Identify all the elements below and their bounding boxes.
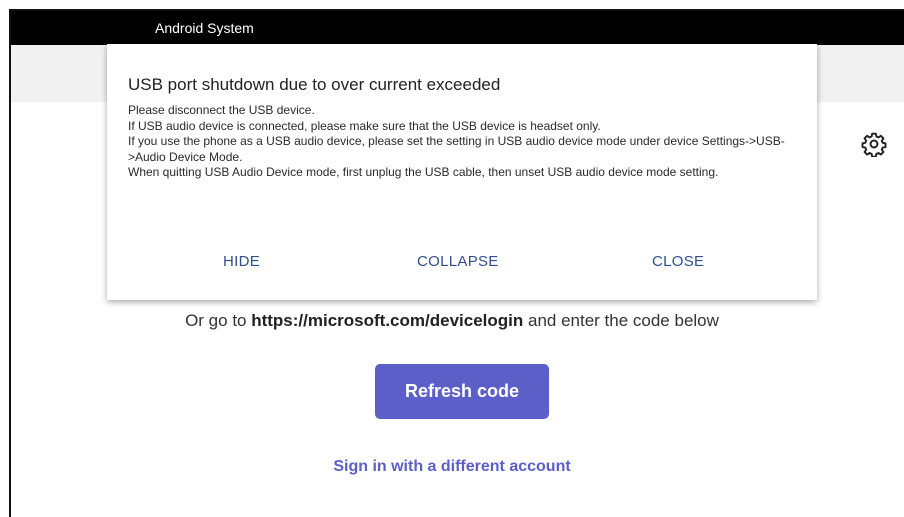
devicelogin-url[interactable]: https://microsoft.com/devicelogin <box>251 311 523 330</box>
refresh-code-button[interactable]: Refresh code <box>375 364 549 419</box>
devicelogin-suffix: and enter the code below <box>523 311 719 330</box>
dialog-message-line: When quitting USB Audio Device mode, fir… <box>128 165 719 180</box>
status-bar: Android System <box>11 11 904 45</box>
hide-button[interactable]: HIDE <box>223 253 260 270</box>
dialog-message-line: If USB audio device is connected, please… <box>128 118 601 133</box>
frame-left-margin <box>0 0 9 517</box>
dialog-message: Please disconnect the USB device. If USB… <box>128 103 800 181</box>
dialog-title: USB port shutdown due to over current ex… <box>128 75 501 94</box>
dialog-message-line: Please disconnect the USB device. <box>128 103 315 117</box>
status-bar-title: Android System <box>155 20 254 36</box>
frame-top-margin <box>0 0 904 9</box>
dialog-message-line: If you use the phone as a USB audio devi… <box>128 134 785 164</box>
screen: Android System Or go to https://microsof… <box>0 0 904 517</box>
collapse-button[interactable]: COLLAPSE <box>417 253 499 270</box>
gear-icon[interactable] <box>861 131 887 158</box>
usb-shutdown-dialog: USB port shutdown due to over current ex… <box>107 44 817 300</box>
close-button[interactable]: CLOSE <box>652 253 704 270</box>
devicelogin-instruction: Or go to https://microsoft.com/devicelog… <box>0 311 904 331</box>
devicelogin-prefix: Or go to <box>185 311 252 330</box>
sign-in-different-account-link[interactable]: Sign in with a different account <box>0 458 904 476</box>
